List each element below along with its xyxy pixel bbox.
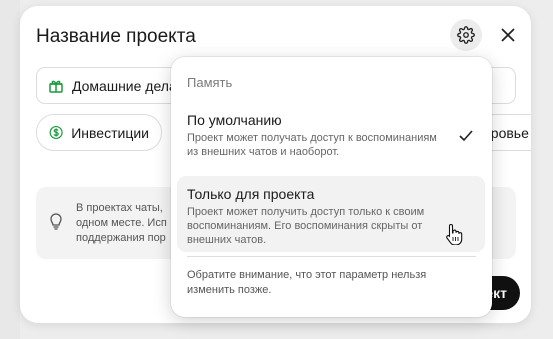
- memory-settings-dropdown: Память По умолчанию Проект может получат…: [171, 57, 492, 317]
- close-icon: [501, 28, 515, 42]
- lightbulb-icon: [50, 213, 62, 230]
- memory-option-default[interactable]: По умолчанию Проект может получать досту…: [177, 102, 485, 174]
- option-project-description: Проект может получить доступ только к св…: [187, 206, 425, 246]
- settings-button[interactable]: [450, 19, 482, 51]
- chip-home-tasks[interactable]: Домашние дела: [36, 67, 189, 104]
- chip-home-label: Домашние дела: [72, 77, 177, 94]
- hand-pointer-cursor-icon: [446, 223, 463, 245]
- gear-icon: [457, 26, 475, 44]
- option-default-description: Проект может получать доступ к воспомина…: [187, 132, 437, 158]
- memory-note: Обратите внимание, что этот параметр нел…: [187, 269, 427, 296]
- checkmark-icon: [459, 130, 473, 142]
- memory-header: Память: [187, 75, 233, 90]
- dollar-icon: [49, 125, 63, 140]
- close-button[interactable]: [492, 19, 524, 51]
- divider: [187, 256, 476, 257]
- gift-icon: [49, 80, 63, 93]
- chip-investments-label: Инвестиции: [71, 124, 149, 141]
- option-project-title: Только для проекта: [187, 186, 315, 202]
- chip-investments[interactable]: Инвестиции: [36, 114, 162, 151]
- dialog-title: Название проекта: [36, 26, 196, 47]
- memory-option-project-only[interactable]: Только для проекта Проект может получить…: [177, 176, 485, 252]
- option-default-title: По умолчанию: [187, 112, 282, 128]
